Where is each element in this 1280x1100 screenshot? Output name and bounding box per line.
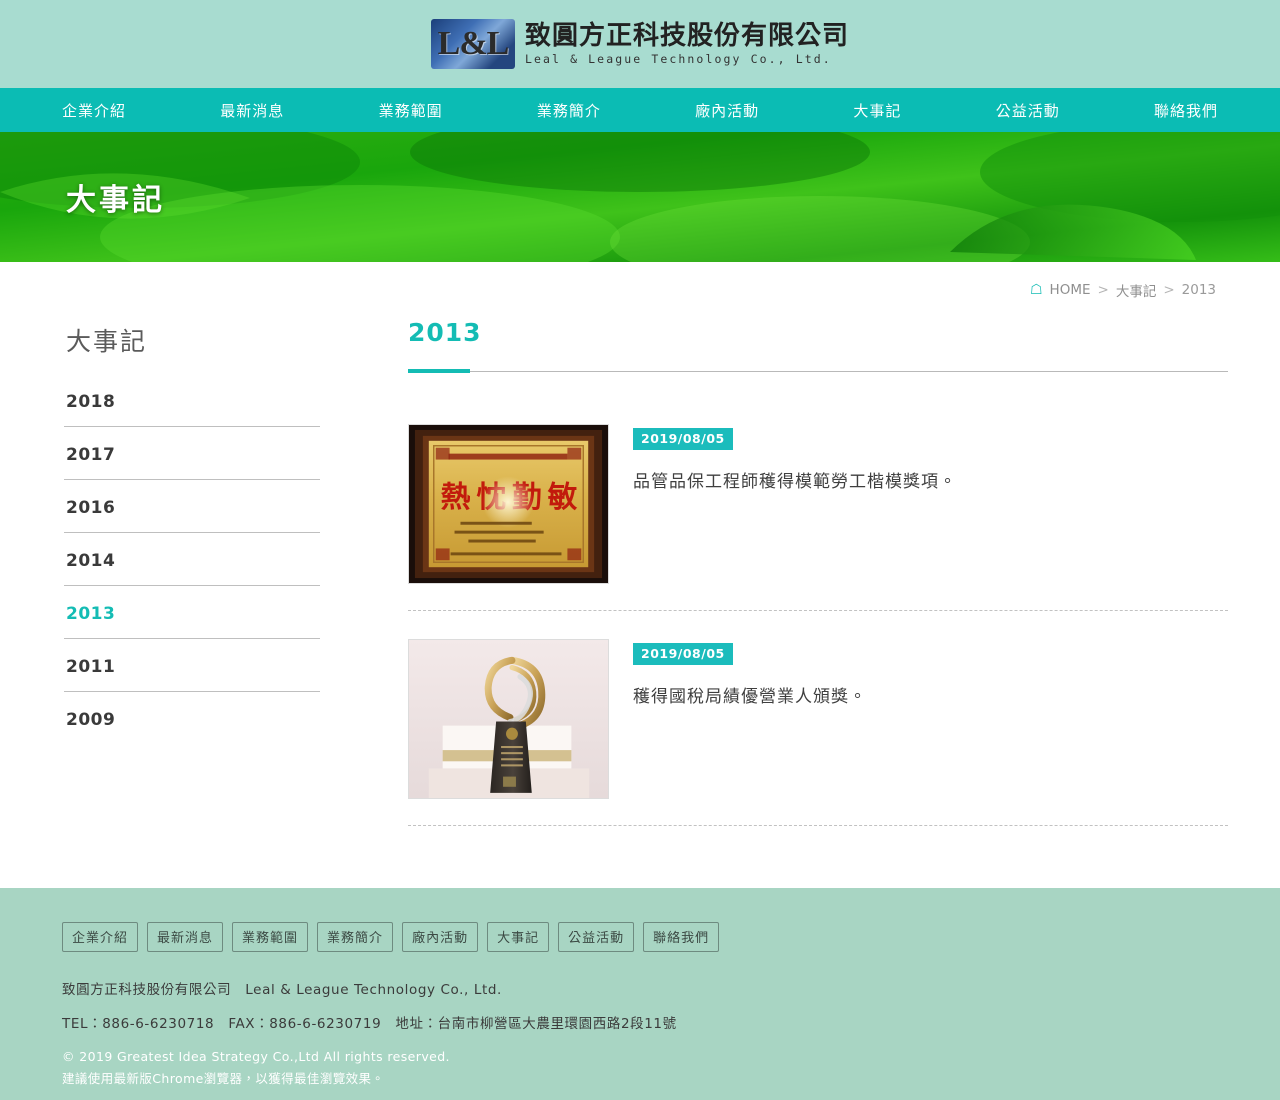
footer-link-business-scope[interactable]: 業務範圍 [232,922,309,952]
sidebar-item-2017[interactable]: 2017 [64,439,320,480]
svg-text:敏: 敏 [548,479,578,514]
main-content: 2013 熱 敏 2019/08/05 品管品保工程師穫得模範勞工楷模獎項。 2… [400,314,1228,854]
sidebar: 大事記 2018 2017 2016 2014 2013 2011 2009 [64,314,400,854]
sidebar-year-list: 2018 2017 2016 2014 2013 2011 2009 [64,386,320,744]
logo-mark-text: L&L [437,25,510,62]
footer-navigation: 企業介紹 最新消息 業務範圍 業務簡介 廠內活動 大事記 公益活動 聯絡我們 [62,922,1216,952]
sidebar-item-2013[interactable]: 2013 [64,598,320,639]
news-separator [408,825,1228,826]
footer-link-business-intro[interactable]: 業務簡介 [317,922,394,952]
plaque-image: 熱忱 勤敏 [409,425,608,583]
breadcrumb-separator-1: > [1097,282,1109,298]
footer-copyright: © 2019 Greatest Idea Strategy Co.,Ltd Al… [62,1049,450,1064]
nav-item-public-welfare[interactable]: 公益活動 [996,100,1060,121]
content-wrapper: 大事記 2018 2017 2016 2014 2013 2011 2009 2… [0,300,1280,854]
sidebar-item-2016[interactable]: 2016 [64,492,320,533]
nav-item-factory-activity[interactable]: 廠內活動 [695,100,759,121]
company-name-cn: 致圓方正科技股份有限公司 [524,20,849,51]
nav-item-news[interactable]: 最新消息 [220,100,284,121]
footer-browser-note: 建議使用最新版Chrome瀏覽器，以獲得最佳瀏覽效果。 [62,1070,385,1086]
breadcrumb: ☖ HOME > 大事記 > 2013 [1030,280,1216,300]
award-plaque-photo[interactable]: 熱忱 勤敏 [408,424,609,584]
sidebar-title: 大事記 [66,327,148,356]
footer-copyright-block: © 2019 Greatest Idea Strategy Co.,Ltd Al… [62,1046,1216,1090]
news-item[interactable]: 熱忱 勤敏 2019/08/05 品管品保工程師穫 [408,424,1228,584]
site-logo[interactable]: L&L 致圓方正科技股份有限公司 Leal & League Technolog… [430,19,849,69]
footer-link-company[interactable]: 企業介紹 [62,922,139,952]
home-icon[interactable]: ☖ [1030,283,1043,297]
banner-image [0,132,1280,262]
news-date-badge: 2019/08/05 [633,643,733,665]
nav-item-business-intro[interactable]: 業務簡介 [537,100,601,121]
sidebar-item-2009[interactable]: 2009 [64,704,320,744]
svg-text:熱: 熱 [441,479,471,514]
breadcrumb-section[interactable]: 大事記 [1116,280,1157,300]
footer-link-public-welfare[interactable]: 公益活動 [558,922,635,952]
news-text[interactable]: 穫得國稅局績優營業人頒獎。 [633,682,867,707]
news-list: 熱忱 勤敏 2019/08/05 品管品保工程師穫 [408,424,1228,826]
breadcrumb-current: 2013 [1181,282,1216,298]
trophy-image [409,640,608,798]
trophy-photo[interactable] [408,639,609,799]
company-name-en: Leal & League Technology Co., Ltd. [524,52,832,67]
news-body: 2019/08/05 品管品保工程師穫得模範勞工楷模獎項。 [633,424,957,492]
footer-company-line: 致圓方正科技股份有限公司 Leal & League Technology Co… [62,982,502,998]
footer-link-milestones[interactable]: 大事記 [487,922,550,952]
main-navigation: 企業介紹 最新消息 業務範圍 業務簡介 廠內活動 大事記 公益活動 聯絡我們 [0,88,1280,132]
nav-item-business-scope[interactable]: 業務範圍 [379,100,443,121]
logo-text-block: 致圓方正科技股份有限公司 Leal & League Technology Co… [524,20,849,67]
title-underline [408,369,1228,373]
sidebar-item-2011[interactable]: 2011 [64,651,320,692]
news-separator [408,610,1228,611]
news-date-badge: 2019/08/05 [633,428,733,450]
site-footer: 企業介紹 最新消息 業務範圍 業務簡介 廠內活動 大事記 公益活動 聯絡我們 致… [0,888,1280,1100]
footer-link-contact[interactable]: 聯絡我們 [643,922,720,952]
sidebar-item-2018[interactable]: 2018 [64,386,320,427]
site-header: L&L 致圓方正科技股份有限公司 Leal & League Technolog… [0,0,1280,88]
breadcrumb-separator-2: > [1163,282,1175,298]
news-text[interactable]: 品管品保工程師穫得模範勞工楷模獎項。 [633,467,957,492]
news-body: 2019/08/05 穫得國稅局績優營業人頒獎。 [633,639,867,707]
news-item[interactable]: 2019/08/05 穫得國稅局績優營業人頒獎。 [408,639,1228,799]
nav-item-company[interactable]: 企業介紹 [62,100,126,121]
logo-mark-icon: L&L [430,19,515,69]
banner-title: 大事記 [66,183,165,218]
footer-link-factory-activity[interactable]: 廠內活動 [402,922,479,952]
footer-link-news[interactable]: 最新消息 [147,922,224,952]
breadcrumb-home[interactable]: HOME [1050,282,1091,298]
nav-item-contact[interactable]: 聯絡我們 [1154,100,1218,121]
sidebar-item-2014[interactable]: 2014 [64,545,320,586]
page-banner: 大事記 [0,132,1280,262]
nav-item-milestones[interactable]: 大事記 [853,100,901,121]
breadcrumb-row: ☖ HOME > 大事記 > 2013 [0,262,1280,300]
footer-contact-line: TEL：886-6-6230718 FAX：886-6-6230719 地址：台… [62,1016,677,1032]
page-title: 2013 [408,318,482,347]
